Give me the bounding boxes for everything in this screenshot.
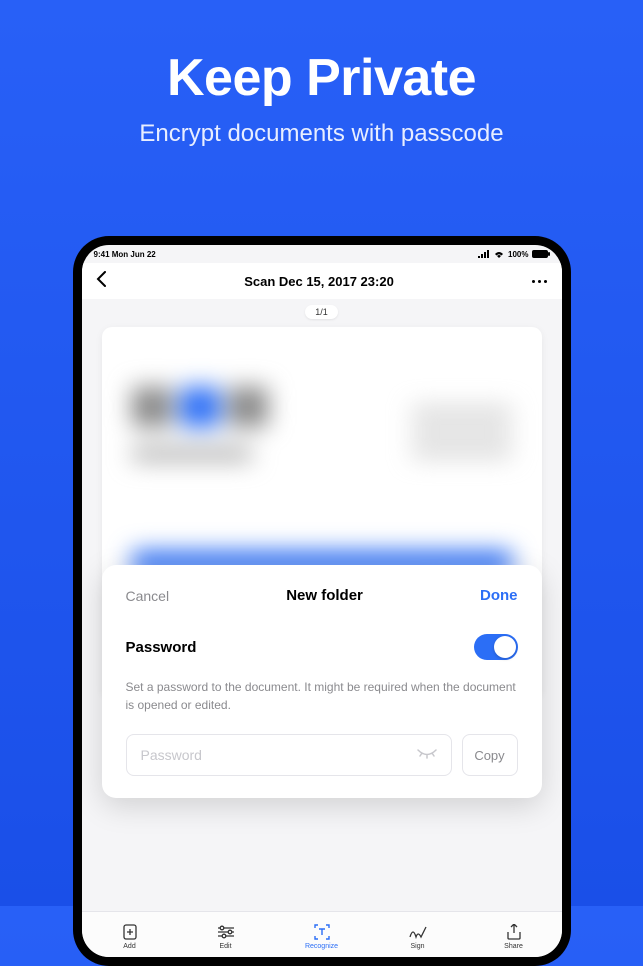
- password-label: Password: [126, 639, 197, 656]
- tab-label: Recognize: [305, 943, 338, 950]
- tab-sign[interactable]: Sign: [370, 924, 466, 950]
- scan-text-icon: [314, 924, 330, 940]
- device-screen: 9:41 Mon Jun 22 100% Scan Dec 15, 2017 2…: [82, 245, 562, 957]
- copy-button[interactable]: Copy: [462, 734, 518, 776]
- signature-icon: [409, 925, 427, 939]
- status-time: 9:41 Mon Jun 22: [94, 250, 156, 259]
- password-toggle[interactable]: [474, 634, 518, 660]
- password-sheet: Cancel New folder Done Password Set a pa…: [102, 565, 542, 798]
- hero-title: Keep Private: [0, 48, 643, 108]
- signal-icon: [478, 250, 490, 258]
- page-title: Scan Dec 15, 2017 23:20: [244, 274, 394, 289]
- battery-icon: [532, 250, 550, 258]
- password-description: Set a password to the document. It might…: [126, 678, 518, 714]
- status-indicators: 100%: [478, 250, 549, 259]
- chevron-left-icon: [96, 271, 106, 287]
- back-button[interactable]: [96, 271, 106, 291]
- sliders-icon: [218, 925, 234, 939]
- status-bar: 9:41 Mon Jun 22 100%: [82, 245, 562, 263]
- tab-edit[interactable]: Edit: [178, 924, 274, 950]
- eye-hide-icon[interactable]: [417, 749, 437, 761]
- tab-label: Share: [504, 943, 523, 950]
- tab-recognize[interactable]: Recognize: [274, 924, 370, 950]
- more-button[interactable]: [532, 280, 547, 283]
- tab-share[interactable]: Share: [466, 924, 562, 950]
- done-button[interactable]: Done: [480, 587, 518, 604]
- share-icon: [507, 924, 521, 940]
- add-icon: [123, 924, 137, 940]
- tab-label: Edit: [219, 943, 231, 950]
- hero-subtitle: Encrypt documents with passcode: [0, 120, 643, 148]
- password-placeholder: Password: [141, 747, 202, 763]
- page-indicator: 1/1: [305, 305, 338, 319]
- cancel-button[interactable]: Cancel: [126, 588, 170, 604]
- tab-add[interactable]: Add: [82, 924, 178, 950]
- wifi-icon: [493, 250, 505, 258]
- tab-label: Sign: [410, 943, 424, 950]
- tab-bar: Add Edit Recognize Sign Share: [82, 911, 562, 957]
- password-input[interactable]: Password: [126, 734, 452, 776]
- sheet-title: New folder: [286, 587, 363, 604]
- battery-percent: 100%: [508, 250, 528, 259]
- tab-label: Add: [123, 943, 135, 950]
- ipad-frame: 9:41 Mon Jun 22 100% Scan Dec 15, 2017 2…: [73, 236, 571, 966]
- nav-bar: Scan Dec 15, 2017 23:20: [82, 263, 562, 299]
